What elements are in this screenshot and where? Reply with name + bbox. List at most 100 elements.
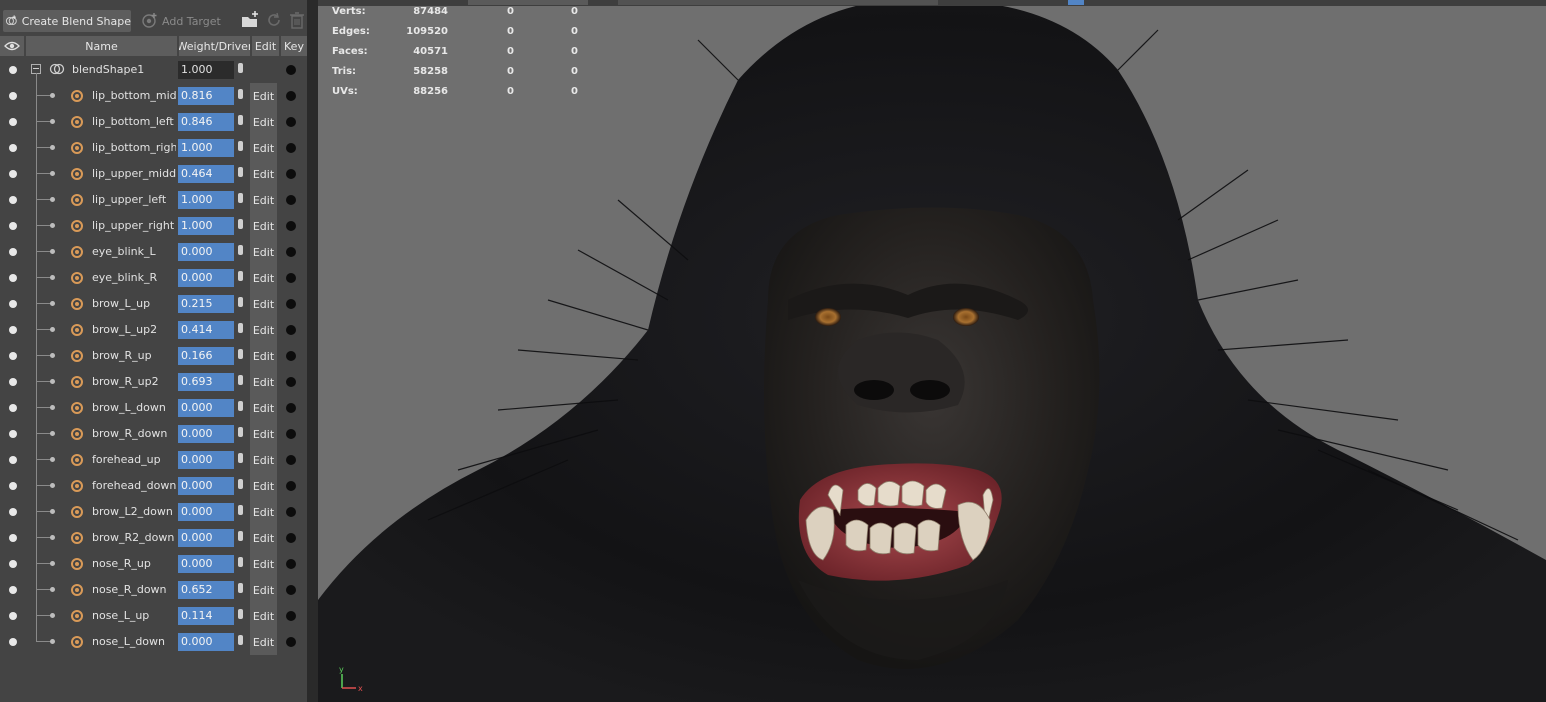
- target-key-button[interactable]: [286, 403, 296, 413]
- target-weight-slider[interactable]: [238, 89, 243, 99]
- create-blend-shape-button[interactable]: Create Blend Shape: [3, 10, 131, 32]
- target-row[interactable]: lip_upper_right 1.000 Edit: [0, 213, 307, 239]
- target-weight-field[interactable]: 0.000: [178, 555, 234, 573]
- trash-icon[interactable]: [288, 11, 306, 29]
- target-edit-button[interactable]: Edit: [250, 395, 277, 421]
- target-key-button[interactable]: [286, 507, 296, 517]
- target-weight-field[interactable]: 0.693: [178, 373, 234, 391]
- target-row[interactable]: forehead_down 0.000 Edit: [0, 473, 307, 499]
- target-edit-button[interactable]: Edit: [250, 317, 277, 343]
- visibility-toggle[interactable]: [9, 222, 17, 230]
- target-weight-field[interactable]: 0.000: [178, 425, 234, 443]
- visibility-toggle[interactable]: [9, 196, 17, 204]
- visibility-toggle[interactable]: [9, 534, 17, 542]
- target-key-button[interactable]: [286, 273, 296, 283]
- target-row[interactable]: lip_bottom_right 1.000 Edit: [0, 135, 307, 161]
- target-edit-button[interactable]: Edit: [250, 239, 277, 265]
- key-column-header[interactable]: Key: [281, 36, 307, 56]
- target-weight-field[interactable]: 0.215: [178, 295, 234, 313]
- target-weight-field[interactable]: 0.000: [178, 269, 234, 287]
- visibility-toggle[interactable]: [9, 274, 17, 282]
- blendshape-weight-slider[interactable]: [238, 63, 243, 73]
- visibility-toggle[interactable]: [9, 144, 17, 152]
- target-key-button[interactable]: [286, 481, 296, 491]
- target-row[interactable]: eye_blink_L 0.000 Edit: [0, 239, 307, 265]
- target-weight-slider[interactable]: [238, 375, 243, 385]
- target-key-button[interactable]: [286, 455, 296, 465]
- target-key-button[interactable]: [286, 143, 296, 153]
- target-key-button[interactable]: [286, 533, 296, 543]
- target-row[interactable]: brow_R2_down 0.000 Edit: [0, 525, 307, 551]
- weight-column-header[interactable]: Weight/Driver: [179, 36, 250, 56]
- target-row[interactable]: brow_L_down 0.000 Edit: [0, 395, 307, 421]
- target-weight-slider[interactable]: [238, 297, 243, 307]
- 3d-viewport[interactable]: Verts: 87484 0 0 Edges: 109520 0 0 Faces: 40571 0 0…: [318, 0, 1546, 702]
- target-edit-button[interactable]: Edit: [250, 525, 277, 551]
- target-key-button[interactable]: [286, 325, 296, 335]
- target-edit-button[interactable]: Edit: [250, 213, 277, 239]
- visibility-toggle[interactable]: [9, 66, 17, 74]
- visibility-toggle[interactable]: [9, 118, 17, 126]
- target-row[interactable]: eye_blink_R 0.000 Edit: [0, 265, 307, 291]
- target-weight-slider[interactable]: [238, 453, 243, 463]
- target-row[interactable]: lip_bottom_left 0.846 Edit: [0, 109, 307, 135]
- target-weight-slider[interactable]: [238, 427, 243, 437]
- target-weight-field[interactable]: 0.114: [178, 607, 234, 625]
- visibility-toggle[interactable]: [9, 170, 17, 178]
- target-edit-button[interactable]: Edit: [250, 447, 277, 473]
- toolbar-icon-strip-2[interactable]: [618, 0, 938, 5]
- add-target-button[interactable]: Add Target: [138, 10, 222, 32]
- target-key-button[interactable]: [286, 299, 296, 309]
- target-weight-slider[interactable]: [238, 115, 243, 125]
- visibility-column-header[interactable]: [0, 36, 24, 56]
- target-weight-slider[interactable]: [238, 141, 243, 151]
- target-key-button[interactable]: [286, 169, 296, 179]
- visibility-toggle[interactable]: [9, 92, 17, 100]
- target-weight-slider[interactable]: [238, 401, 243, 411]
- target-row[interactable]: nose_R_down 0.652 Edit: [0, 577, 307, 603]
- target-weight-field[interactable]: 0.000: [178, 633, 234, 651]
- target-edit-button[interactable]: Edit: [250, 135, 277, 161]
- target-key-button[interactable]: [286, 585, 296, 595]
- target-row[interactable]: forehead_up 0.000 Edit: [0, 447, 307, 473]
- target-key-button[interactable]: [286, 91, 296, 101]
- visibility-toggle[interactable]: [9, 326, 17, 334]
- target-weight-slider[interactable]: [238, 609, 243, 619]
- target-row[interactable]: lip_upper_middle0.464 Edit: [0, 161, 307, 187]
- target-key-button[interactable]: [286, 351, 296, 361]
- target-weight-field[interactable]: 1.000: [178, 217, 234, 235]
- target-key-button[interactable]: [286, 221, 296, 231]
- visibility-toggle[interactable]: [9, 352, 17, 360]
- target-edit-button[interactable]: Edit: [250, 109, 277, 135]
- target-row[interactable]: brow_R_down 0.000 Edit: [0, 421, 307, 447]
- target-key-button[interactable]: [286, 611, 296, 621]
- target-row[interactable]: lip_upper_left 1.000 Edit: [0, 187, 307, 213]
- target-edit-button[interactable]: Edit: [250, 577, 277, 603]
- edit-column-header[interactable]: Edit: [252, 36, 279, 56]
- visibility-toggle[interactable]: [9, 482, 17, 490]
- visibility-toggle[interactable]: [9, 300, 17, 308]
- target-edit-button[interactable]: Edit: [250, 265, 277, 291]
- refresh-icon[interactable]: [265, 11, 283, 29]
- visibility-toggle[interactable]: [9, 586, 17, 594]
- target-row[interactable]: nose_L_up 0.114 Edit: [0, 603, 307, 629]
- target-weight-slider[interactable]: [238, 245, 243, 255]
- new-group-icon[interactable]: [241, 11, 259, 29]
- target-key-button[interactable]: [286, 117, 296, 127]
- name-column-header[interactable]: Name: [26, 36, 177, 56]
- target-weight-slider[interactable]: [238, 271, 243, 281]
- visibility-toggle[interactable]: [9, 508, 17, 516]
- visibility-toggle[interactable]: [9, 560, 17, 568]
- target-weight-field[interactable]: 0.000: [178, 477, 234, 495]
- target-edit-button[interactable]: Edit: [250, 629, 277, 655]
- target-edit-button[interactable]: Edit: [250, 83, 277, 109]
- target-weight-field[interactable]: 0.166: [178, 347, 234, 365]
- target-weight-slider[interactable]: [238, 557, 243, 567]
- blendshape-row[interactable]: blendShape1 1.000: [0, 57, 307, 83]
- target-row[interactable]: nose_L_down 0.000 Edit: [0, 629, 307, 655]
- target-weight-field[interactable]: 0.000: [178, 503, 234, 521]
- target-row[interactable]: brow_L_up 0.215 Edit: [0, 291, 307, 317]
- target-row[interactable]: brow_L2_down 0.000 Edit: [0, 499, 307, 525]
- target-edit-button[interactable]: Edit: [250, 551, 277, 577]
- visibility-toggle[interactable]: [9, 456, 17, 464]
